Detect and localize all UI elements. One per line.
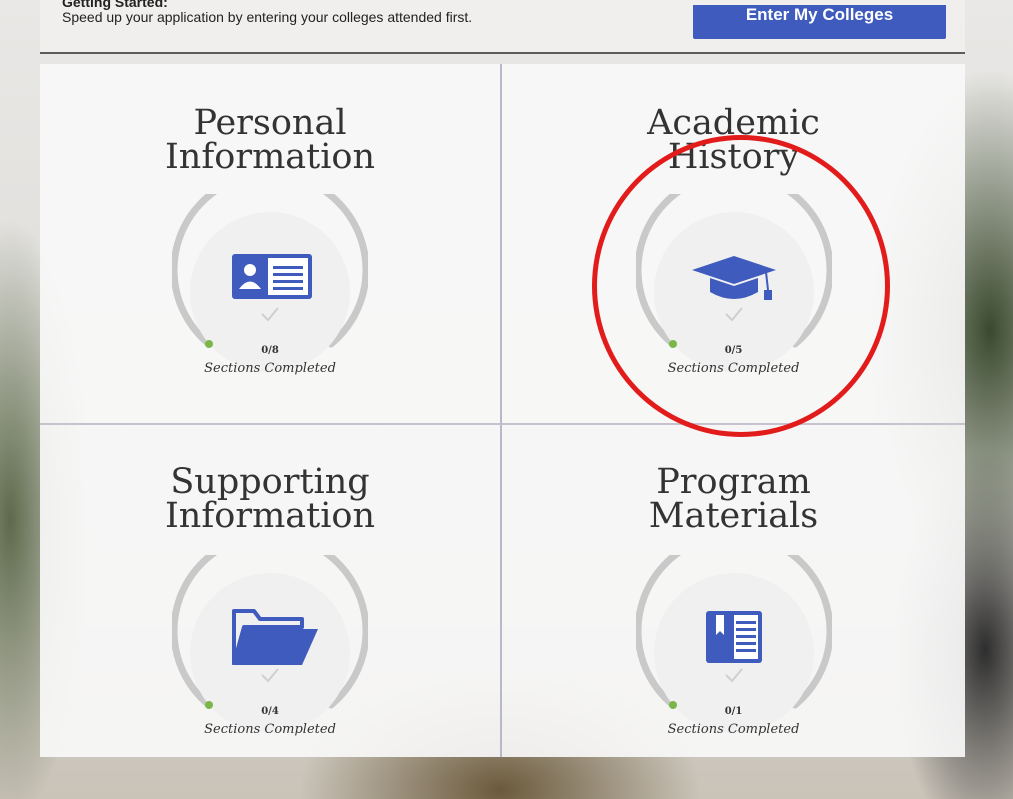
tile-title-line1: Personal [193, 103, 347, 143]
sections-count: 0/4 [261, 706, 279, 717]
tile-title: Supporting Information [40, 462, 500, 536]
sections-status: Sections Completed [667, 722, 800, 737]
tile-title-line1: Supporting [170, 462, 370, 502]
sections-status: Sections Completed [204, 361, 336, 376]
sections-count: 0/5 [724, 345, 743, 356]
tile-title-line2: Materials [648, 496, 819, 536]
tile-title-line1: Program [656, 462, 811, 502]
getting-started-banner: Getting Started: Speed up your applicati… [40, 0, 965, 54]
tile-title-line2: Information [164, 137, 376, 177]
sections-count: 0/8 [261, 345, 279, 356]
tile-title: Academic History [502, 103, 965, 177]
sections-status: Sections Completed [204, 722, 336, 737]
sections-count: 0/1 [724, 706, 743, 717]
enter-my-colleges-button[interactable]: Enter My Colleges [693, 5, 946, 39]
application-sections-grid: Personal Information 0/8 Sections Comple… [40, 64, 965, 757]
academic-history-tile[interactable]: Academic History 0/5 Sections Completed [502, 64, 965, 425]
tile-title-line2: History [667, 137, 800, 177]
tile-title: Personal Information [40, 103, 500, 177]
book-icon [705, 611, 762, 663]
banner-subtext: Speed up your application by entering yo… [62, 9, 473, 25]
program-materials-tile[interactable]: Program Materials 0/1 Sections Completed [502, 425, 965, 757]
tile-title-line1: Academic [647, 103, 820, 143]
tile-title-line2: Information [164, 496, 376, 536]
personal-information-tile[interactable]: Personal Information 0/8 Sections Comple… [40, 64, 502, 425]
sections-status: Sections Completed [667, 361, 800, 376]
supporting-information-tile[interactable]: Supporting Information 0/4 Sections Comp… [40, 425, 502, 757]
tile-title: Program Materials [502, 462, 965, 536]
id-card-icon [232, 254, 312, 299]
